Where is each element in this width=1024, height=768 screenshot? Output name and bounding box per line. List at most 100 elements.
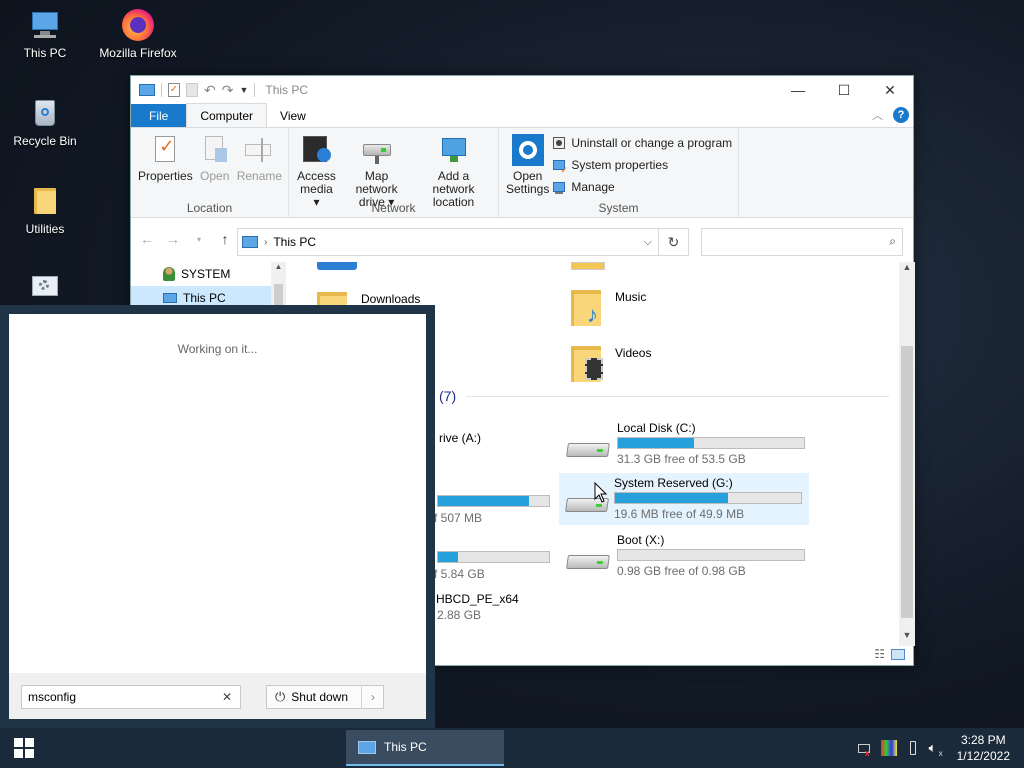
- media-icon: [301, 134, 333, 166]
- settings-window-icon: [28, 272, 62, 306]
- drive-partial-bar[interactable]: [437, 551, 550, 563]
- folder-music[interactable]: ♪ Music: [571, 288, 646, 328]
- hard-drive-icon: [566, 543, 610, 583]
- system-tray: x 🔈︎ x 3:28 PM 1/12/2022: [857, 728, 1024, 768]
- system-properties-button[interactable]: ✓ System properties: [552, 156, 732, 175]
- properties-icon: ✓: [149, 134, 181, 166]
- hbcd-drive-label[interactable]: HBCD_PE_x64: [436, 592, 519, 606]
- desktop-icon-label: Utilities: [25, 222, 65, 236]
- forward-button[interactable]: →: [163, 231, 183, 247]
- ribbon: ✓ Properties Open Rename Location Access…: [131, 127, 913, 218]
- manage-button[interactable]: Manage: [552, 178, 732, 196]
- drive-local-disk-c[interactable]: Local Disk (C:) 31.3 GB free of 53.5 GB: [561, 419, 811, 471]
- start-search-input[interactable]: msconfig ✕: [21, 685, 241, 709]
- desktop-icon-label: Recycle Bin: [13, 134, 77, 148]
- search-input[interactable]: ⌕: [701, 228, 903, 256]
- clear-search-icon[interactable]: ✕: [222, 690, 232, 704]
- uninstall-icon: [552, 136, 566, 150]
- drive-a-partial-label[interactable]: rive (A:): [439, 431, 481, 445]
- settings-gear-icon: [511, 134, 544, 166]
- folder-partial-top[interactable]: [317, 262, 357, 270]
- network-drive-icon: [361, 134, 393, 166]
- folder-videos[interactable]: Videos: [571, 344, 651, 384]
- start-button[interactable]: [0, 728, 48, 768]
- breadcrumb-this-pc[interactable]: This PC: [273, 235, 316, 249]
- clock-date: 1/12/2022: [956, 749, 1010, 763]
- usb-icon[interactable]: [905, 740, 921, 756]
- tab-computer[interactable]: Computer: [186, 103, 268, 127]
- volume-muted-icon[interactable]: 🔈︎ x: [929, 740, 945, 758]
- taskbar: This PC x 🔈︎ x 3:28 PM 1/12/2022: [0, 728, 1024, 768]
- folder-partial-top[interactable]: [571, 262, 605, 270]
- close-button[interactable]: ✕: [867, 76, 913, 104]
- desktop-icon-label: This PC: [23, 46, 67, 60]
- clock[interactable]: 3:28 PM 1/12/2022: [957, 732, 1010, 764]
- chevron-right-icon[interactable]: ›: [264, 237, 267, 248]
- uninstall-program-button[interactable]: Uninstall or change a program: [552, 134, 732, 152]
- customize-qat-icon[interactable]: ▼: [239, 85, 248, 95]
- desktop-icon-recycle-bin[interactable]: Recycle Bin: [0, 96, 90, 148]
- computer-icon: [163, 293, 177, 303]
- drive-partial-free: f 5.84 GB: [434, 567, 485, 581]
- tab-view[interactable]: View: [267, 104, 319, 127]
- nav-item-system[interactable]: SYSTEM: [131, 262, 286, 286]
- maximize-button[interactable]: ☐: [821, 76, 867, 104]
- chevron-down-icon[interactable]: ⌵: [644, 236, 652, 249]
- properties-check-icon[interactable]: ✓: [168, 83, 180, 97]
- start-menu-content: Working on it... msconfig ✕ ⏻ Shut down …: [9, 314, 426, 719]
- devices-group-header[interactable]: (7): [439, 388, 889, 404]
- desktop-icon-this-pc[interactable]: This PC: [0, 8, 90, 60]
- quick-access-toolbar: ✓ ↶ ↷ ▼: [131, 82, 256, 99]
- scroll-up-arrow[interactable]: ▲: [899, 262, 915, 278]
- content-scrollbar[interactable]: ▲ ▼: [899, 262, 915, 646]
- ribbon-group-label: System: [598, 201, 639, 215]
- this-pc-crumb-icon: [242, 236, 258, 248]
- recent-locations-button[interactable]: ▾: [189, 235, 209, 244]
- drive-usage-bar: [617, 437, 805, 449]
- desktop-icon-firefox[interactable]: Mozilla Firefox: [93, 8, 183, 60]
- window-title: This PC: [265, 83, 309, 97]
- desktop-icon-utilities[interactable]: Utilities: [0, 184, 90, 236]
- new-folder-icon[interactable]: [186, 83, 198, 97]
- ribbon-group-label: Location: [186, 201, 233, 215]
- display-color-icon[interactable]: [880, 740, 897, 756]
- windows-logo-icon: [14, 738, 34, 758]
- ribbon-group-system: Open Settings Uninstall or change a prog…: [499, 128, 739, 217]
- firefox-icon: [121, 8, 155, 42]
- drive-usage-bar: [614, 492, 802, 504]
- drive-partial-bar-fill: [438, 496, 530, 506]
- drive-partial-bar[interactable]: [437, 495, 550, 507]
- recycle-bin-icon: [28, 96, 62, 130]
- rename-icon: [243, 134, 275, 166]
- undo-icon[interactable]: ↶: [204, 82, 216, 99]
- drive-partial-free: f 507 MB: [434, 511, 483, 525]
- help-icon[interactable]: ?: [893, 107, 909, 123]
- drive-boot-x[interactable]: Boot (X:) 0.98 GB free of 0.98 GB: [561, 531, 811, 583]
- start-menu-panel: Working on it... msconfig ✕ ⏻ Shut down …: [0, 305, 435, 728]
- large-icons-view-icon[interactable]: [891, 648, 905, 660]
- clock-time: 3:28 PM: [960, 733, 1006, 747]
- up-button[interactable]: ↑: [215, 231, 235, 247]
- network-disconnected-icon[interactable]: x: [857, 740, 873, 758]
- computer-icon: [358, 740, 376, 754]
- taskbar-item-this-pc[interactable]: This PC: [346, 730, 504, 766]
- open-icon: [199, 134, 231, 166]
- redo-icon[interactable]: ↷: [222, 82, 234, 99]
- details-view-icon[interactable]: ☷: [874, 647, 885, 661]
- back-button[interactable]: ←: [137, 231, 157, 247]
- title-bar: ✓ ↶ ↷ ▼ This PC — ☐ ✕: [131, 76, 913, 104]
- this-pc-small-icon: [139, 84, 155, 96]
- refresh-button[interactable]: ↻: [658, 229, 688, 255]
- loading-message: Working on it...: [177, 342, 258, 356]
- tab-file[interactable]: File: [131, 104, 187, 127]
- collapse-ribbon-icon[interactable]: ︿: [872, 107, 883, 123]
- scrollbar-thumb[interactable]: [901, 346, 913, 618]
- hard-drive-icon: [566, 431, 610, 471]
- videos-folder-icon: [571, 344, 605, 384]
- ribbon-group-location: ✓ Properties Open Rename Location: [131, 128, 289, 217]
- address-bar[interactable]: › This PC ⌵ ↻: [237, 228, 689, 256]
- hbcd-drive-free: 2.88 GB: [437, 608, 482, 622]
- minimize-button[interactable]: —: [775, 76, 821, 104]
- folder-icon: [28, 184, 62, 218]
- shutdown-options-button[interactable]: ›: [361, 685, 384, 709]
